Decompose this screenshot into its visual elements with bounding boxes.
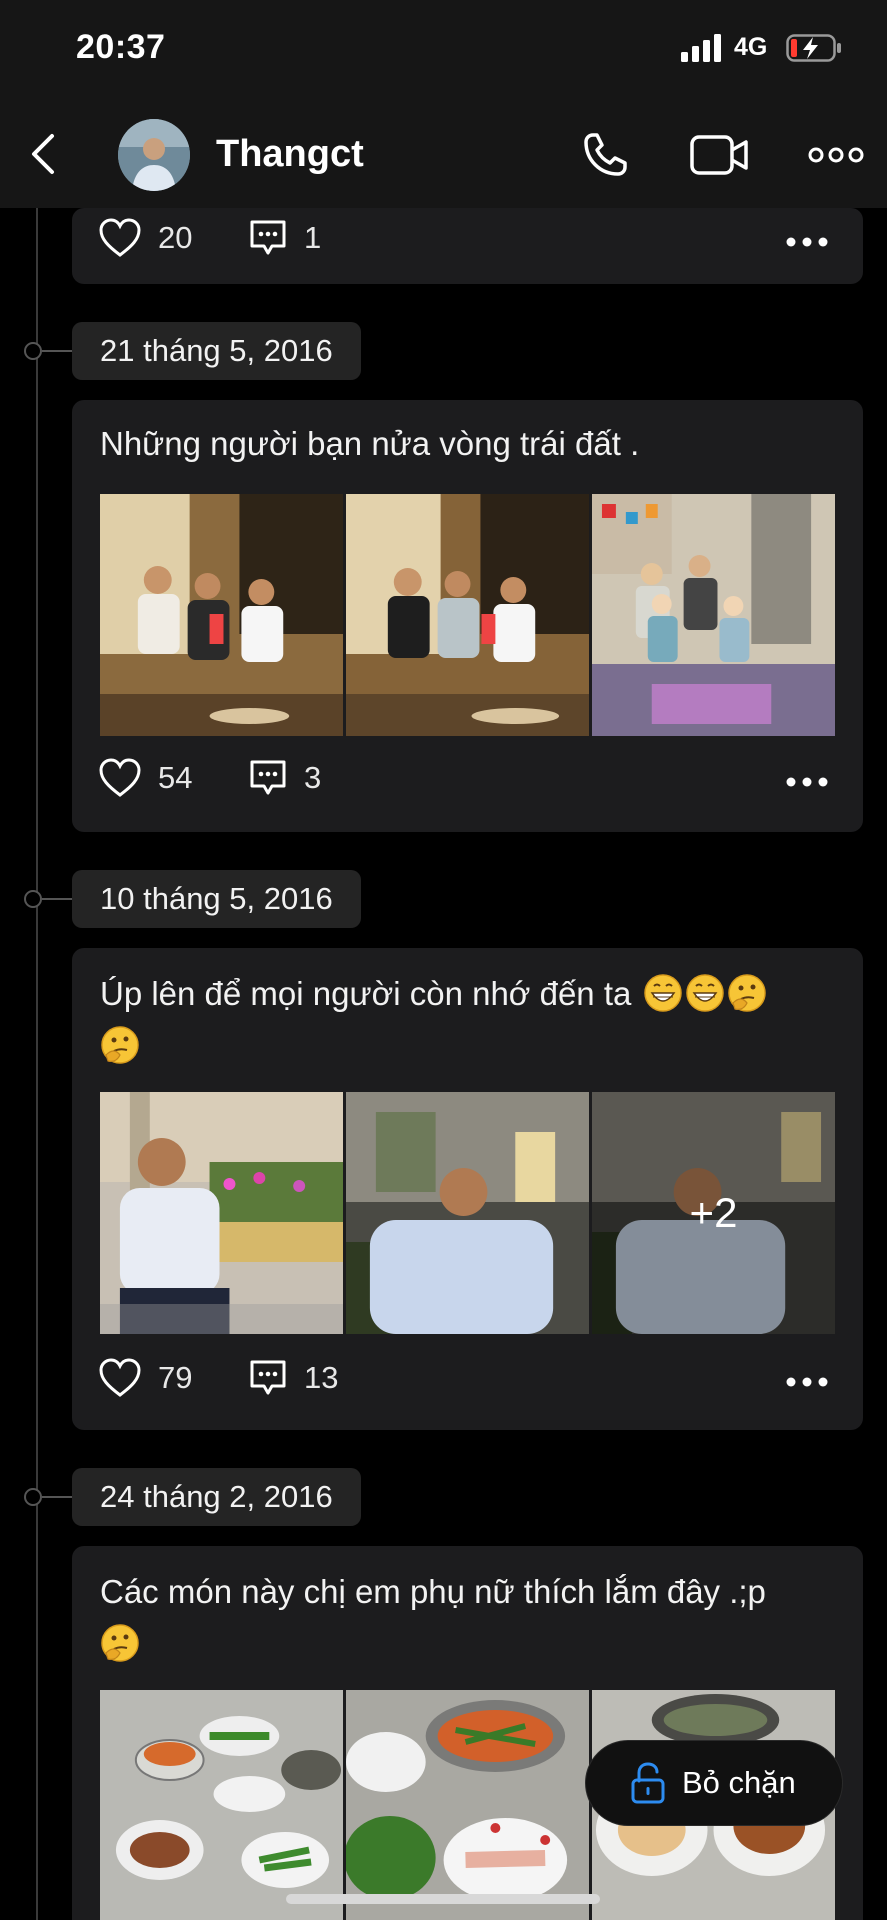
post-photo[interactable]	[592, 494, 835, 736]
unblock-button[interactable]: Bỏ chặn	[585, 1740, 843, 1826]
comment-button[interactable]: 13	[248, 1358, 338, 1398]
date-pill: 10 tháng 5, 2016	[72, 870, 361, 928]
post-more-icon[interactable]	[785, 236, 829, 248]
post-photo-more[interactable]: +2	[592, 1092, 835, 1334]
date-pill: 24 tháng 2, 2016	[72, 1468, 361, 1526]
back-chevron-icon[interactable]	[26, 130, 62, 178]
photo-grid: +2	[100, 1092, 835, 1334]
comment-icon	[250, 1360, 286, 1395]
post-card: 20 1	[72, 208, 863, 284]
more-options-icon[interactable]	[808, 147, 864, 163]
heart-icon	[99, 1358, 141, 1397]
thinking-emoji-icon	[101, 1026, 139, 1064]
post-photo[interactable]	[100, 494, 343, 736]
contact-name[interactable]: Thangct	[216, 133, 364, 176]
status-bar: 20:37 4G	[0, 0, 887, 100]
like-count: 20	[158, 220, 193, 255]
thinking-emoji-icon	[101, 1624, 139, 1662]
post-card[interactable]: Úp lên để mọi người còn nhớ đến ta +2 79…	[72, 948, 863, 1430]
thinking-emoji-icon	[727, 974, 766, 1012]
signal-icon	[681, 34, 721, 62]
post-photo[interactable]	[346, 1690, 589, 1920]
timeline-node	[24, 342, 42, 360]
timeline-connector	[42, 350, 72, 352]
like-button[interactable]: 79	[98, 1358, 192, 1398]
heart-icon	[99, 758, 141, 797]
like-button[interactable]: 54	[98, 758, 192, 798]
contact-avatar[interactable]	[118, 119, 190, 191]
more-photos-count: +2	[592, 1092, 835, 1334]
video-call-icon[interactable]	[690, 134, 750, 176]
heart-icon	[99, 218, 141, 257]
post-photo[interactable]	[346, 494, 589, 736]
phone-icon[interactable]	[580, 130, 630, 180]
post-more-icon[interactable]	[785, 1376, 829, 1388]
post-photo[interactable]	[346, 1092, 589, 1334]
timeline-connector	[42, 1496, 72, 1498]
grinning-emoji-icon	[685, 974, 724, 1012]
unlock-icon	[631, 1762, 665, 1804]
post-caption: Úp lên để mọi người còn nhớ đến ta	[100, 968, 835, 1072]
comment-button[interactable]: 3	[248, 758, 321, 798]
unblock-label: Bỏ chặn	[682, 1765, 796, 1800]
post-caption: Các món này chị em phụ nữ thích lắm đây …	[100, 1566, 835, 1670]
comment-count: 3	[304, 760, 322, 795]
status-time: 20:37	[76, 28, 166, 66]
post-caption-text: Các món này chị em phụ nữ thích lắm đây …	[100, 1573, 766, 1610]
timeline-node	[24, 890, 42, 908]
comment-icon	[250, 760, 286, 795]
post-caption-text: Úp lên để mọi người còn nhớ đến ta	[100, 975, 632, 1012]
grinning-emoji-icon	[643, 974, 682, 1012]
like-button[interactable]: 20	[98, 218, 192, 258]
home-indicator	[286, 1894, 600, 1904]
network-type: 4G	[734, 33, 768, 61]
post-caption: Những người bạn nửa vòng trái đất .	[100, 425, 640, 462]
timeline-node	[24, 1488, 42, 1506]
post-photo[interactable]	[100, 1092, 343, 1334]
comment-icon	[250, 220, 286, 255]
like-count: 79	[158, 1360, 193, 1395]
post-card[interactable]: Những người bạn nửa vòng trái đất . 54 3	[72, 400, 863, 832]
photo-grid	[100, 494, 835, 736]
date-pill: 21 tháng 5, 2016	[72, 322, 361, 380]
comment-count: 1	[304, 220, 322, 255]
timeline-line	[36, 208, 38, 1920]
like-count: 54	[158, 760, 193, 795]
timeline-connector	[42, 898, 72, 900]
post-photo[interactable]	[100, 1690, 343, 1920]
comment-count: 13	[304, 1360, 339, 1395]
battery-charging-icon	[786, 34, 841, 62]
comment-button[interactable]: 1	[248, 218, 321, 258]
post-card[interactable]: Các món này chị em phụ nữ thích lắm đây …	[72, 1546, 863, 1920]
post-more-icon[interactable]	[785, 776, 829, 788]
